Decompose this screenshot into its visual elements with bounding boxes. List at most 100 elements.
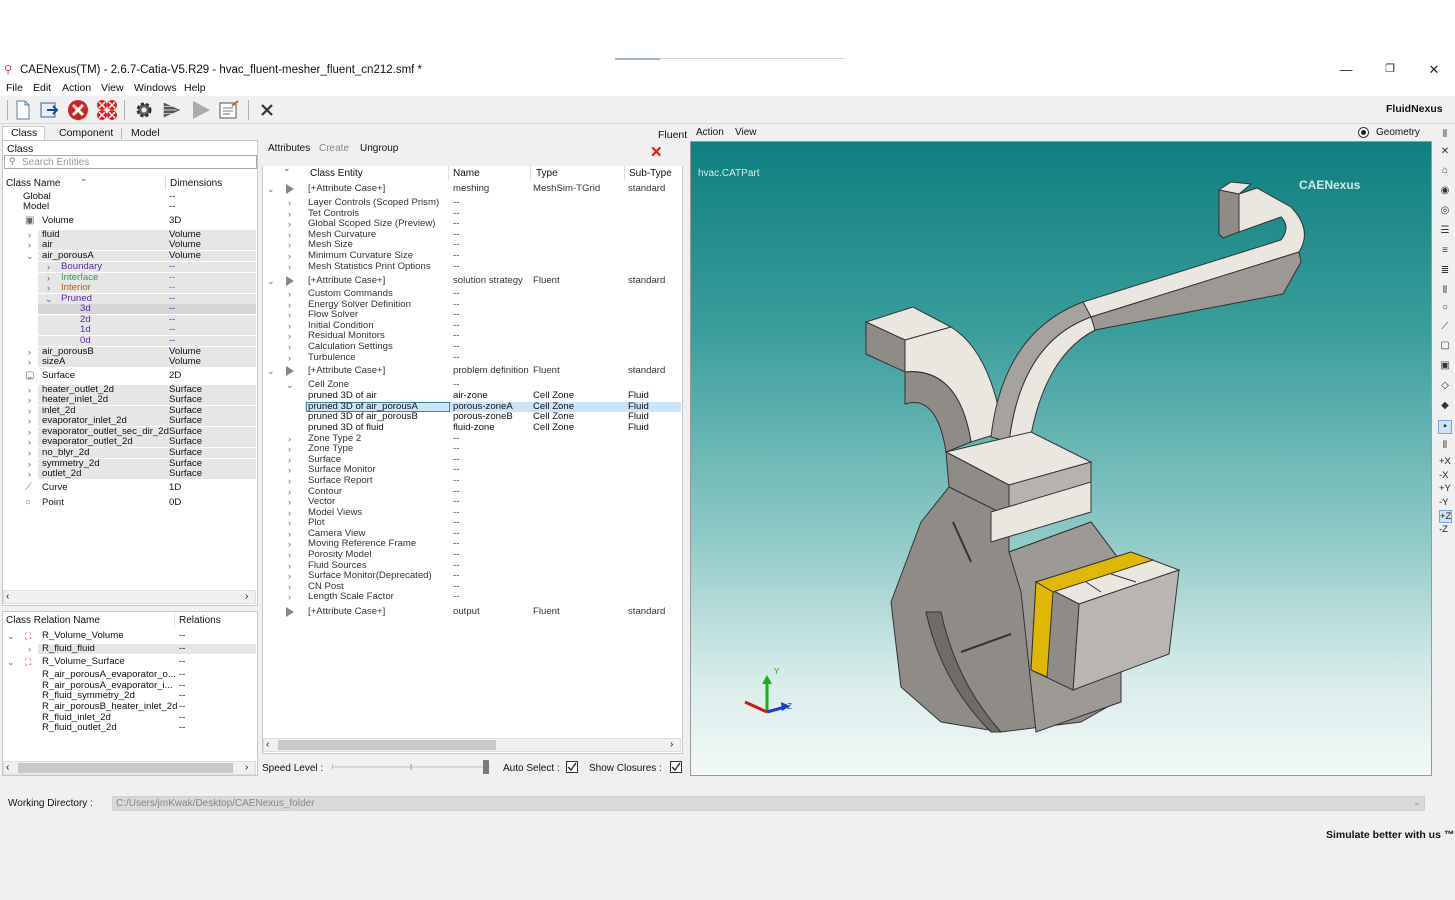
attribute-name[interactable]: --: [453, 571, 459, 581]
chevron-right-icon[interactable]: ›: [288, 497, 291, 507]
attribute-entity[interactable]: pruned 3D of air_porousB: [308, 412, 418, 422]
attribute-name[interactable]: --: [453, 465, 459, 475]
wireframe-icon[interactable]: ◇: [1438, 380, 1452, 394]
attribute-name[interactable]: --: [453, 219, 459, 229]
col-class-name[interactable]: Class Name: [6, 178, 60, 189]
attribute-entity[interactable]: Flow Solver: [308, 310, 358, 320]
close-view-icon[interactable]: ✕: [1438, 146, 1452, 160]
stop-all-icon[interactable]: [96, 99, 118, 121]
attribute-entity[interactable]: [+Attribute Case+]: [308, 276, 385, 286]
tab-model[interactable]: Model: [131, 127, 160, 140]
tab-class[interactable]: Class: [11, 127, 37, 140]
class-tree-item[interactable]: Boundary: [61, 262, 102, 272]
chevron-right-icon[interactable]: ›: [288, 592, 291, 602]
attribute-entity[interactable]: [+Attribute Case+]: [308, 184, 385, 194]
scroll-left-icon[interactable]: ‹: [6, 762, 9, 773]
attribute-entity[interactable]: Residual Monitors: [308, 331, 385, 341]
attribute-entity[interactable]: Surface Monitor: [308, 465, 376, 475]
create-button[interactable]: Create: [319, 143, 349, 154]
face-icon[interactable]: ▢: [1438, 340, 1452, 354]
scroll-right-icon[interactable]: ›: [670, 739, 673, 750]
menu-view[interactable]: View: [101, 82, 124, 94]
attribute-name[interactable]: air-zone: [453, 391, 488, 401]
attribute-entity[interactable]: Surface Report: [308, 476, 373, 486]
chevron-right-icon[interactable]: ›: [288, 476, 291, 486]
run-icon[interactable]: [161, 99, 183, 121]
chevron-right-icon[interactable]: ›: [288, 321, 291, 331]
attribute-name[interactable]: --: [453, 592, 459, 602]
view-plus-y-button[interactable]: +Y: [1439, 483, 1451, 494]
chevron-right-icon[interactable]: ›: [28, 240, 31, 250]
class-tree-item[interactable]: sizeA: [42, 357, 65, 367]
attribute-name[interactable]: --: [453, 198, 459, 208]
view-minus-x-button[interactable]: -X: [1439, 470, 1449, 481]
hide-icon[interactable]: ◎: [1438, 205, 1452, 219]
chevron-right-icon[interactable]: ›: [288, 300, 291, 310]
chevron-down-icon[interactable]: ⌄: [45, 294, 53, 304]
class-tree-item[interactable]: 0d: [80, 336, 91, 346]
chevron-right-icon[interactable]: ›: [288, 219, 291, 229]
scroll-right-icon[interactable]: ›: [245, 591, 248, 602]
attribute-entity[interactable]: Vector: [308, 497, 335, 507]
chevron-right-icon[interactable]: ›: [288, 529, 291, 539]
attribute-entity[interactable]: [+Attribute Case+]: [308, 607, 385, 617]
chevron-right-icon[interactable]: ›: [288, 434, 291, 444]
chevron-down-icon[interactable]: ⌄: [267, 276, 275, 286]
attribute-entity[interactable]: Zone Type: [308, 444, 353, 454]
body-icon[interactable]: ▣: [1438, 360, 1452, 374]
menu-windows[interactable]: Windows: [134, 82, 177, 94]
chevron-right-icon[interactable]: ›: [288, 353, 291, 363]
report-icon[interactable]: [218, 99, 240, 121]
attributes-button[interactable]: Attributes: [268, 143, 310, 154]
chevron-right-icon[interactable]: ›: [288, 342, 291, 352]
layer-stack-icon[interactable]: ≣: [1438, 265, 1452, 279]
menu-file[interactable]: File: [6, 82, 23, 94]
class-tree-item[interactable]: air: [42, 240, 53, 250]
attribute-entity[interactable]: Length Scale Factor: [308, 592, 394, 602]
minimize-button[interactable]: —: [1334, 62, 1358, 78]
attribute-entity[interactable]: Custom Commands: [308, 289, 393, 299]
attribute-entity[interactable]: Plot: [308, 518, 325, 528]
attribute-name[interactable]: --: [453, 550, 459, 560]
attribute-entity[interactable]: Porosity Model: [308, 550, 371, 560]
attribute-name[interactable]: --: [453, 539, 459, 549]
attribute-name[interactable]: --: [453, 289, 459, 299]
chevron-right-icon[interactable]: ›: [288, 251, 291, 261]
geometry-radio[interactable]: [1358, 127, 1369, 138]
attribute-name[interactable]: --: [453, 476, 459, 486]
attribute-name[interactable]: --: [453, 518, 459, 528]
class-tree-item[interactable]: 3d: [80, 304, 91, 314]
attribute-entity[interactable]: pruned 3D of fluid: [308, 423, 384, 433]
chevron-right-icon[interactable]: ›: [47, 273, 50, 283]
attribute-name[interactable]: --: [453, 380, 459, 390]
attribute-name[interactable]: --: [453, 444, 459, 454]
chevron-right-icon[interactable]: ›: [288, 209, 291, 219]
chevron-right-icon[interactable]: ›: [28, 448, 31, 458]
new-document-icon[interactable]: [12, 99, 34, 121]
attribute-entity[interactable]: Mesh Size: [308, 240, 353, 250]
view-minus-z-button[interactable]: -Z: [1439, 524, 1448, 535]
chevron-right-icon[interactable]: ›: [288, 310, 291, 320]
class-tree-item[interactable]: 1d: [80, 325, 91, 335]
chevron-right-icon[interactable]: ›: [288, 444, 291, 454]
chevron-right-icon[interactable]: ›: [28, 459, 31, 469]
edge-icon[interactable]: ⟋: [1438, 321, 1452, 335]
viewport-menu-view[interactable]: View: [735, 127, 757, 138]
chevron-right-icon[interactable]: ›: [47, 262, 50, 272]
play-icon[interactable]: [190, 99, 212, 121]
relation-item[interactable]: R_fluid_symmetry_2d: [42, 691, 135, 701]
attribute-name[interactable]: problem definition: [453, 366, 529, 376]
view-plus-x-button[interactable]: +X: [1439, 456, 1451, 467]
chevron-down-icon[interactable]: ⌄: [286, 380, 294, 390]
chevron-right-icon[interactable]: ›: [28, 395, 31, 405]
class-tree-item[interactable]: heater_inlet_2d: [42, 395, 108, 405]
scroll-right-icon[interactable]: ›: [245, 762, 248, 773]
show-closures-checkbox[interactable]: [670, 761, 682, 773]
relation-item[interactable]: R_Volume_Surface: [42, 657, 125, 667]
relation-item[interactable]: R_fluid_outlet_2d: [42, 723, 117, 733]
attribute-name[interactable]: --: [453, 240, 459, 250]
relation-item[interactable]: R_air_porousB_heater_inlet_2d: [42, 702, 177, 712]
col-class-entity[interactable]: Class Entity: [310, 168, 363, 179]
attribute-entity[interactable]: Moving Reference Frame: [308, 539, 416, 549]
chevron-right-icon[interactable]: ›: [28, 347, 31, 357]
